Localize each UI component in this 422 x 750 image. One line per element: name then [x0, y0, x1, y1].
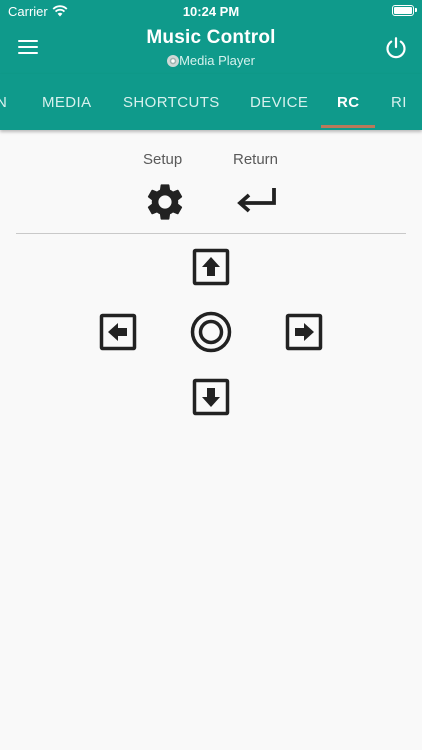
- battery-icon: [392, 5, 417, 16]
- device-name: Media Player: [179, 53, 255, 68]
- ok-circle-icon[interactable]: [190, 311, 232, 353]
- app-bar: Music Control Media Player: [0, 22, 422, 74]
- tab-shortcuts[interactable]: SHORTCUTS: [123, 94, 220, 111]
- power-icon[interactable]: [384, 36, 408, 60]
- tab-device[interactable]: DEVICE: [250, 94, 308, 111]
- active-tab-indicator: [321, 125, 375, 128]
- tab-rc[interactable]: RC: [337, 94, 359, 111]
- tab-ri[interactable]: RI: [391, 94, 407, 111]
- app-title: Music Control: [146, 27, 276, 48]
- section-divider: [16, 233, 406, 234]
- return-arrow-icon[interactable]: [234, 182, 278, 220]
- clock: 10:24 PM: [182, 4, 240, 19]
- return-label: Return: [233, 151, 279, 168]
- tab-media[interactable]: MEDIA: [42, 94, 92, 111]
- arrow-right-icon[interactable]: [285, 313, 323, 351]
- arrow-left-icon[interactable]: [99, 313, 137, 351]
- setup-label: Setup: [143, 151, 183, 168]
- gear-icon[interactable]: [143, 180, 187, 224]
- tab-bar: N MEDIA SHORTCUTS DEVICE RC RI: [0, 74, 422, 130]
- tab-n[interactable]: N: [0, 94, 7, 111]
- arrow-down-icon[interactable]: [192, 378, 230, 416]
- status-bar: Carrier 10:24 PM: [0, 0, 422, 22]
- media-disc-icon: [167, 55, 180, 67]
- arrow-up-icon[interactable]: [192, 248, 230, 286]
- device-subtitle: Media Player: [0, 53, 422, 68]
